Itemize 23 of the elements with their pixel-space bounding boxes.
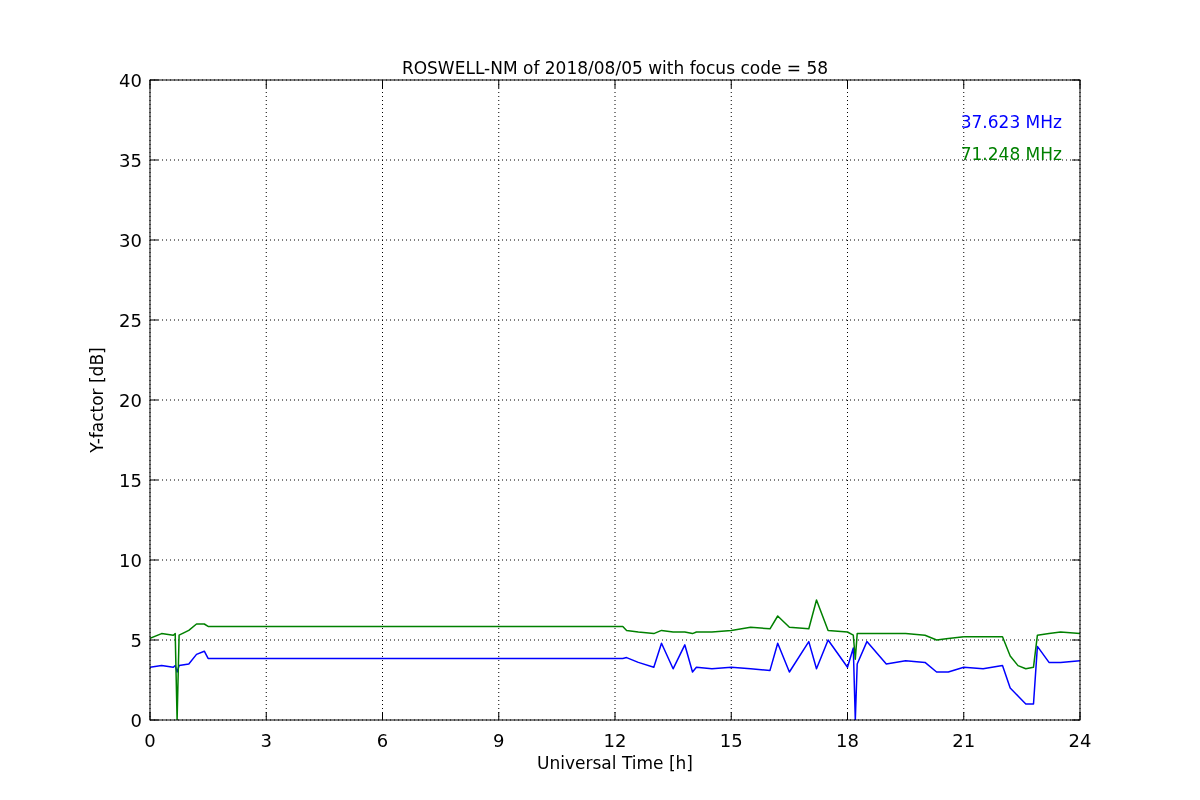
legend-label: 37.623 MHz — [960, 112, 1062, 132]
tick-label: 12 — [603, 730, 627, 751]
tick-label: 0 — [130, 710, 142, 731]
tick-label: 24 — [1068, 730, 1092, 751]
tick-label: 18 — [836, 730, 859, 751]
tick-label: 20 — [119, 390, 142, 411]
tick-label: 21 — [952, 730, 976, 751]
tick-label: 15 — [119, 470, 142, 491]
tick-label: 15 — [719, 730, 743, 751]
tick-label: 25 — [119, 310, 142, 331]
tick-label: 3 — [260, 730, 272, 751]
x-axis-label: Universal Time [h] — [537, 753, 693, 773]
tick-label: 35 — [119, 150, 142, 171]
tick-label: 5 — [130, 630, 142, 651]
tick-label: 9 — [493, 730, 505, 751]
tick-label: 10 — [119, 550, 142, 571]
legend-label: 71.248 MHz — [960, 144, 1062, 164]
tick-label: 0 — [144, 730, 156, 751]
tick-label: 40 — [119, 70, 142, 91]
chart-title: ROSWELL-NM of 2018/08/05 with focus code = 58 — [401, 58, 829, 78]
tick-label: 6 — [376, 730, 389, 751]
tick-label: 30 — [119, 230, 142, 251]
y-axis-label: Y-factor [dB] — [87, 347, 107, 453]
